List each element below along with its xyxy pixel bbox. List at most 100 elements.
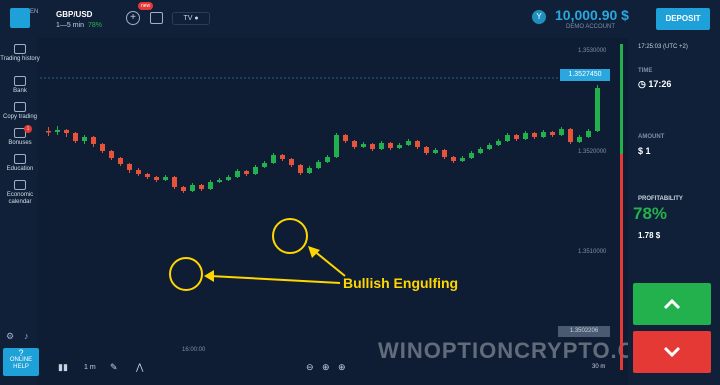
bank-icon bbox=[14, 76, 26, 86]
time-label: TIME bbox=[638, 68, 653, 74]
tradingview-toggle-icon[interactable]: TV ● bbox=[172, 12, 210, 25]
candle bbox=[460, 158, 465, 161]
candle bbox=[136, 170, 141, 174]
logo[interactable] bbox=[10, 8, 30, 28]
amount-label: AMOUNT bbox=[638, 134, 665, 140]
sentiment-up-bar bbox=[620, 44, 623, 154]
arrow-head-1 bbox=[204, 270, 214, 282]
indicators-icon[interactable]: ⋀ bbox=[136, 362, 143, 373]
amount-value[interactable]: $ 1 bbox=[638, 146, 651, 156]
zoom-level[interactable]: 30 m bbox=[592, 364, 605, 370]
candle bbox=[199, 185, 204, 189]
candle bbox=[550, 132, 555, 135]
candle bbox=[208, 182, 213, 189]
time-value[interactable]: ◷ 17:26 bbox=[638, 79, 671, 90]
candle bbox=[523, 133, 528, 139]
y-axis-label: 1.3520000 bbox=[578, 149, 607, 155]
clock-icon: ◷ bbox=[638, 79, 649, 89]
candle bbox=[172, 177, 177, 187]
sidebar-item-trading-history[interactable]: Trading history bbox=[0, 44, 40, 63]
sidebar-item-bank[interactable]: Bank bbox=[0, 76, 40, 95]
sidebar-item-economic-calendar[interactable]: Economic calendar bbox=[0, 180, 40, 206]
candle bbox=[46, 131, 51, 133]
candle bbox=[262, 163, 267, 167]
language-label[interactable]: EN bbox=[30, 9, 38, 15]
settings-icon[interactable]: ⚙ bbox=[6, 331, 14, 342]
candle bbox=[424, 147, 429, 153]
candle bbox=[478, 149, 483, 153]
sentiment-down-bar bbox=[620, 154, 623, 370]
candle bbox=[469, 153, 474, 158]
low-price-tag: 1.3502206 bbox=[558, 326, 610, 337]
call-button[interactable] bbox=[633, 283, 711, 325]
pattern-annotation: Bullish Engulfing bbox=[343, 275, 459, 291]
x-axis-label: 16:00:00 bbox=[182, 347, 206, 353]
asset-name[interactable]: GBP/USD bbox=[56, 10, 92, 19]
candle bbox=[406, 141, 411, 145]
candle bbox=[91, 137, 96, 144]
current-price-tag: 1.3527450 bbox=[560, 69, 610, 81]
balance[interactable]: 10,000.90 $ bbox=[555, 7, 629, 23]
candle bbox=[487, 145, 492, 149]
candles-icon[interactable]: ▮▮ bbox=[58, 362, 68, 373]
candle bbox=[505, 135, 510, 141]
candle bbox=[433, 150, 438, 153]
candle bbox=[307, 168, 312, 173]
candle bbox=[154, 177, 159, 180]
chart-toolbar: 16:00:00 ▮▮ 1 m ✎ ⋀ ⊖ ⊕ ⊕ 30 m bbox=[40, 347, 610, 385]
draw-icon[interactable]: ✎ bbox=[110, 362, 118, 373]
candle bbox=[280, 155, 285, 159]
sound-icon[interactable]: ♪ bbox=[24, 331, 29, 341]
y-axis-label: 1.3510000 bbox=[578, 249, 607, 255]
deposit-button[interactable]: DEPOSIT bbox=[656, 8, 710, 30]
candle bbox=[244, 171, 249, 174]
account-type[interactable]: DEMO ACCOUNT bbox=[566, 24, 615, 30]
candle bbox=[568, 129, 573, 142]
candle bbox=[163, 177, 168, 180]
price-chart[interactable] bbox=[40, 38, 610, 368]
arrow-head-2 bbox=[308, 246, 320, 258]
candle bbox=[586, 131, 591, 137]
candle bbox=[577, 137, 582, 142]
candle bbox=[298, 165, 303, 173]
sidebar-item-education[interactable]: Education bbox=[0, 154, 40, 173]
candle bbox=[145, 174, 150, 177]
timeframe-selector[interactable]: 1 m bbox=[84, 364, 96, 371]
layout-icon[interactable] bbox=[150, 12, 163, 24]
candle bbox=[514, 135, 519, 139]
candle bbox=[316, 162, 321, 168]
candle bbox=[325, 157, 330, 162]
education-icon bbox=[14, 154, 26, 164]
new-badge: new bbox=[138, 2, 154, 10]
y-axis-label: 1.3530000 bbox=[578, 48, 607, 54]
candle bbox=[559, 129, 564, 135]
zoom-out-icon[interactable]: ⊖ bbox=[306, 362, 314, 373]
candle bbox=[118, 158, 123, 164]
annotation-arrow-2 bbox=[312, 249, 346, 277]
zoom-in-icon[interactable]: ⊕ bbox=[338, 362, 346, 373]
copy-icon bbox=[14, 102, 26, 112]
engulfing-highlight-1 bbox=[169, 257, 203, 291]
sidebar-item-copy-trading[interactable]: Copy trading bbox=[0, 102, 40, 121]
avatar[interactable]: Y bbox=[532, 10, 546, 24]
online-help-button[interactable]: ? ONLINE HELP bbox=[3, 348, 39, 376]
candle bbox=[442, 150, 447, 157]
candle bbox=[352, 141, 357, 147]
candle bbox=[109, 151, 114, 158]
put-button[interactable] bbox=[633, 331, 711, 373]
candle bbox=[127, 164, 132, 170]
candle bbox=[73, 133, 78, 141]
top-bar: EN GBP/USD 1—5 min 78% + new TV ● Y 10,00… bbox=[0, 0, 720, 38]
add-asset-icon[interactable]: + bbox=[126, 11, 140, 25]
candle bbox=[226, 177, 231, 180]
candle bbox=[370, 144, 375, 149]
candle bbox=[82, 137, 87, 141]
engulfing-highlight-2 bbox=[272, 218, 308, 254]
candle bbox=[595, 88, 600, 131]
candle bbox=[100, 144, 105, 151]
candle bbox=[235, 171, 240, 177]
candle bbox=[253, 167, 258, 174]
sidebar-item-bonuses[interactable]: Bonuses 1 bbox=[0, 125, 40, 147]
center-icon[interactable]: ⊕ bbox=[322, 362, 330, 373]
candle bbox=[289, 159, 294, 165]
